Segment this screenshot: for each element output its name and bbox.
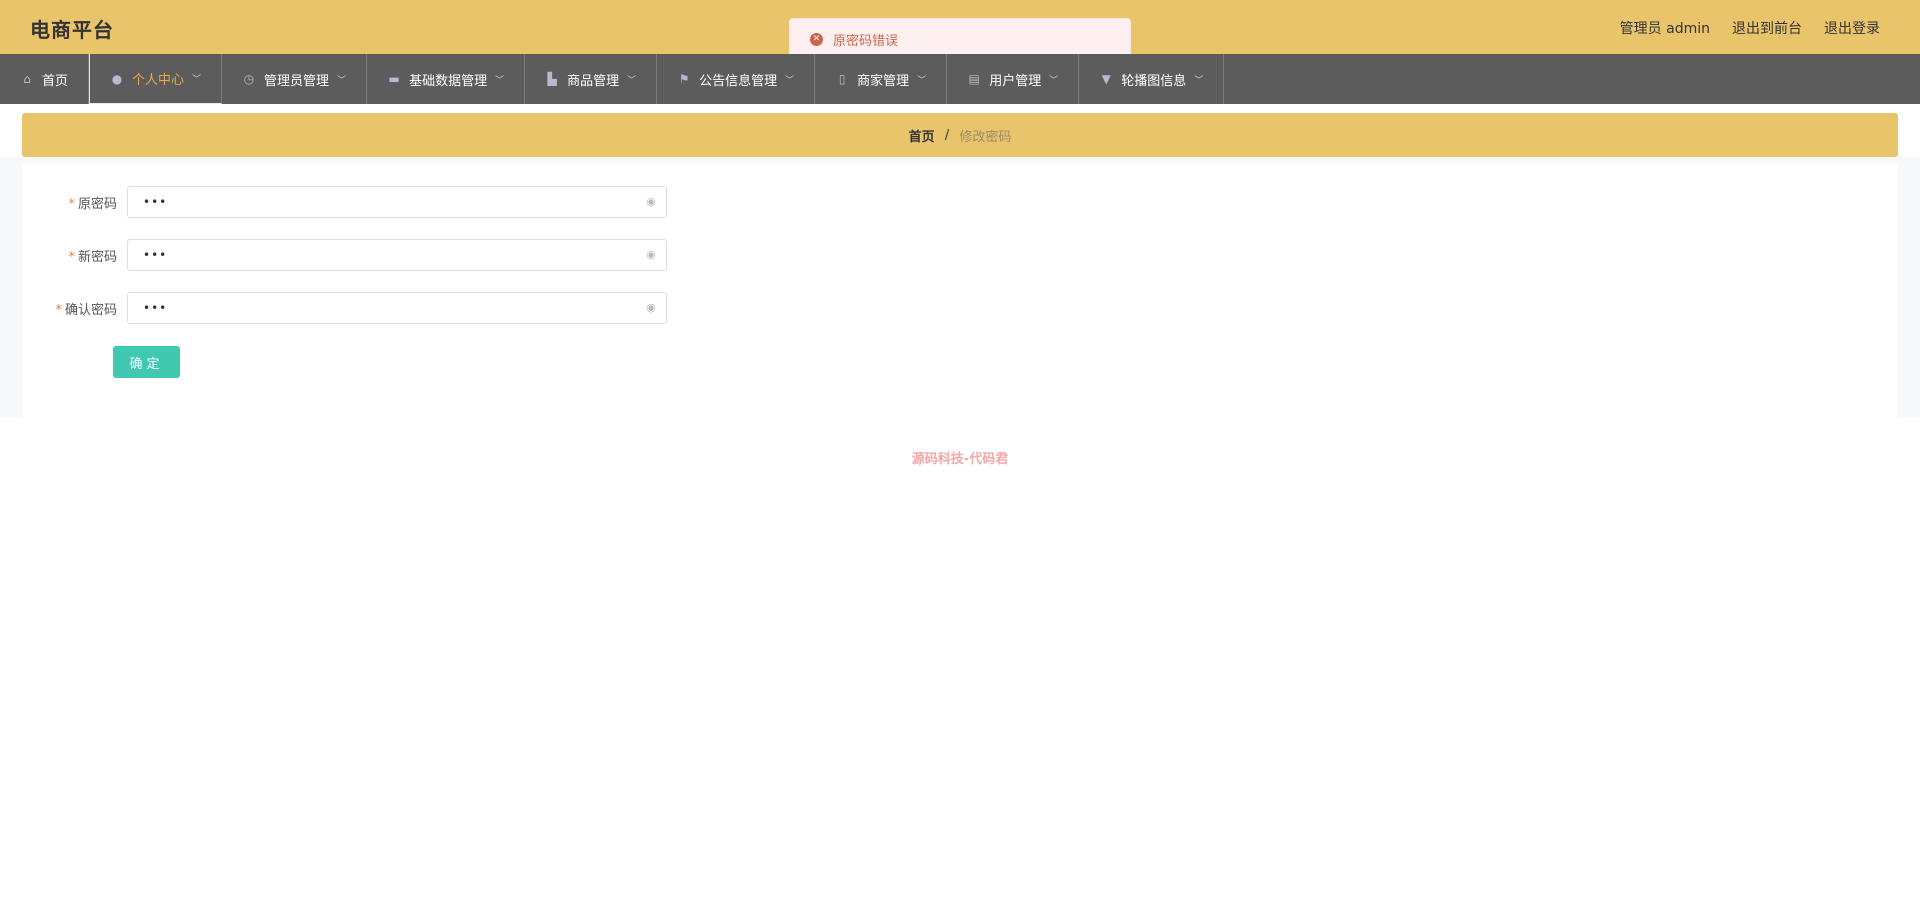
nav-item-label: 基础数据管理 xyxy=(409,73,488,89)
toast-message: 原密码错误 xyxy=(833,33,899,49)
home-icon: ⌂ xyxy=(23,72,31,86)
nav-item-user-management[interactable]: ▤ 用户管理 ﹀ xyxy=(947,54,1080,104)
clock-icon: ◷ xyxy=(243,72,255,86)
user-icon: ● xyxy=(111,71,123,86)
nav-item-label: 商家管理 xyxy=(857,73,910,89)
nav-item-label: 用户管理 xyxy=(989,73,1042,89)
nav-item-label: 个人中心 xyxy=(132,73,185,88)
main-nav: ⌂ 首页 ● 个人中心 ﹀ ◷ 管理员管理 ﹀ ▬ 基础数据管理 ﹀ ▙ 商品管… xyxy=(0,54,1920,104)
nav-item-label: 管理员管理 xyxy=(264,73,330,89)
chevron-down-icon: ﹀ xyxy=(192,75,202,85)
confirm-password-label: * 确认密码 xyxy=(55,302,117,318)
nav-item-label: 商品管理 xyxy=(567,73,620,89)
new-password-input[interactable]: ••• ◉ xyxy=(127,239,667,271)
password-mask: ••• xyxy=(143,248,168,262)
new-password-label: * 新密码 xyxy=(68,249,117,265)
chevron-down-icon: ﹀ xyxy=(495,75,505,86)
password-mask: ••• xyxy=(143,301,168,315)
breadcrumb-current: 修改密码 xyxy=(959,129,1012,145)
change-password-form: * 原密码 ••• ◉ * 新密码 ••• ◉ * 确认密码 ••• ◉ xyxy=(22,165,1898,417)
nav-item-label: 轮播图信息 xyxy=(1121,73,1187,89)
chevron-down-icon: ﹀ xyxy=(627,75,637,86)
flag-icon: ⚑ xyxy=(678,72,690,86)
pin-icon: ▼ xyxy=(1101,72,1111,86)
nav-item-home[interactable]: ⌂ 首页 xyxy=(0,54,90,104)
monitor-icon: ▬ xyxy=(388,72,400,86)
nav-item-label: 首页 xyxy=(42,73,69,89)
nav-item-merchant[interactable]: ▯ 商家管理 ﹀ xyxy=(815,54,948,104)
old-password-input[interactable]: ••• ◉ xyxy=(127,186,667,218)
error-circle-icon: ✕ xyxy=(810,32,823,46)
breadcrumb: 首页 / 修改密码 xyxy=(22,113,1898,157)
nav-item-base-data[interactable]: ▬ 基础数据管理 ﹀ xyxy=(367,54,526,104)
eye-icon[interactable]: ◉ xyxy=(644,249,658,261)
chevron-down-icon: ﹀ xyxy=(917,75,927,86)
new-password-row: * 新密码 ••• ◉ xyxy=(22,238,682,272)
phone-icon: ▯ xyxy=(838,72,846,86)
nav-item-goods[interactable]: ▙ 商品管理 ﹀ xyxy=(525,54,658,104)
breadcrumb-home[interactable]: 首页 xyxy=(909,126,935,145)
nav-item-personal-center[interactable]: ● 个人中心 ﹀ xyxy=(89,54,223,104)
password-mask: ••• xyxy=(143,195,168,209)
confirm-password-input[interactable]: ••• ◉ xyxy=(127,292,667,324)
nav-item-notice[interactable]: ⚑ 公告信息管理 ﹀ xyxy=(657,54,816,104)
old-password-label: * 原密码 xyxy=(68,196,117,212)
chevron-down-icon: ﹀ xyxy=(337,75,347,86)
briefcase-icon: ▤ xyxy=(968,72,980,86)
thumb-icon: ▙ xyxy=(547,72,557,86)
chevron-down-icon: ﹀ xyxy=(1049,75,1059,86)
eye-icon[interactable]: ◉ xyxy=(644,196,658,208)
header-actions: 管理员 admin 退出到前台 退出登录 xyxy=(1620,18,1880,38)
logout-link[interactable]: 退出登录 xyxy=(1824,18,1880,38)
nav-item-label: 公告信息管理 xyxy=(699,73,778,89)
confirm-button[interactable]: 确定 xyxy=(113,346,180,378)
confirm-password-row: * 确认密码 ••• ◉ xyxy=(22,291,682,325)
chevron-down-icon: ﹀ xyxy=(1194,75,1204,86)
footer-text: 源码科技-代码君 xyxy=(911,452,1009,467)
nav-item-carousel[interactable]: ▼ 轮播图信息 ﹀ xyxy=(1079,54,1225,104)
old-password-row: * 原密码 ••• ◉ xyxy=(22,185,682,219)
brand-title: 电商平台 xyxy=(30,18,114,42)
admin-user-label: 管理员 admin xyxy=(1619,21,1710,37)
nav-item-admin-management[interactable]: ◷ 管理员管理 ﹀ xyxy=(222,54,368,104)
exit-to-front-link[interactable]: 退出到前台 xyxy=(1732,18,1802,38)
breadcrumb-separator: / xyxy=(944,127,950,143)
chevron-down-icon: ﹀ xyxy=(785,75,795,86)
eye-icon[interactable]: ◉ xyxy=(644,302,658,314)
